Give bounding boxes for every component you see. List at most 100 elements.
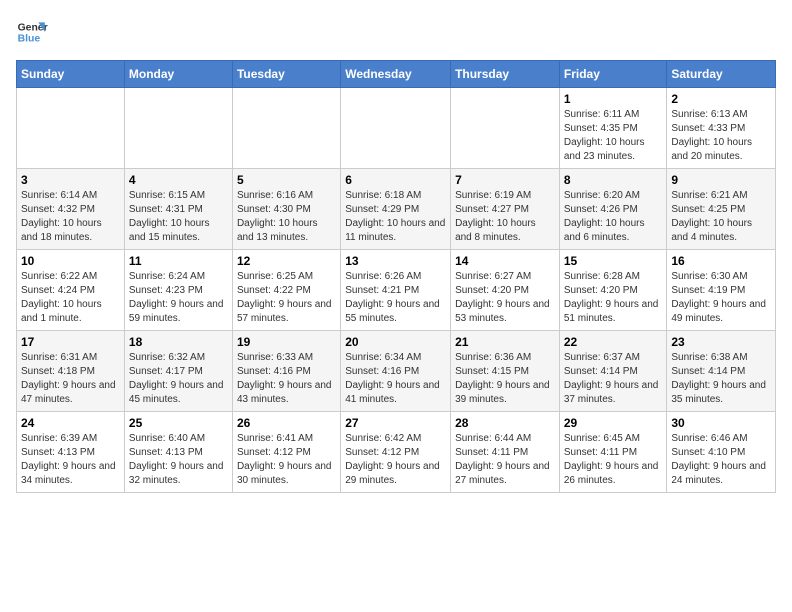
calendar-cell: 22 Sunrise: 6:37 AM Sunset: 4:14 PM Dayli… <box>559 331 667 412</box>
day-number: 17 <box>21 335 120 349</box>
col-header-wednesday: Wednesday <box>341 61 451 88</box>
calendar-cell: 28Sunrise: 6:44 AM Sunset: 4:11 PM Dayli… <box>451 412 560 493</box>
calendar-table: SundayMondayTuesdayWednesdayThursdayFrid… <box>16 60 776 493</box>
day-info: Sunrise: 6:16 AM Sunset: 4:30 PM Dayligh… <box>237 189 336 245</box>
day-info: Sunrise: 6:22 AM Sunset: 4:24 PM Dayligh… <box>21 270 120 326</box>
day-info: Sunrise: 6:34 AM Sunset: 4:16 PM Dayligh… <box>345 351 446 407</box>
day-info: Sunrise: 6:33 AM Sunset: 4:16 PM Dayligh… <box>237 351 336 407</box>
header: General Blue <box>16 16 776 48</box>
calendar-cell: 15 Sunrise: 6:28 AM Sunset: 4:20 PM Dayli… <box>559 250 667 331</box>
calendar-cell: 26 Sunrise: 6:41 AM Sunset: 4:12 PM Dayli… <box>232 412 340 493</box>
day-info: Sunrise: 6:28 AM Sunset: 4:20 PM Dayligh… <box>564 270 663 326</box>
day-number: 11 <box>129 254 228 268</box>
day-info: Sunrise: 6:46 AM Sunset: 4:10 PM Dayligh… <box>671 432 771 488</box>
day-number: 20 <box>345 335 446 349</box>
calendar-cell: 19 Sunrise: 6:33 AM Sunset: 4:16 PM Dayli… <box>232 331 340 412</box>
day-info: Sunrise: 6:27 AM Sunset: 4:20 PM Dayligh… <box>455 270 555 326</box>
day-number: 9 <box>671 173 771 187</box>
calendar-cell: 3 Sunrise: 6:14 AM Sunset: 4:32 PM Daylig… <box>17 169 125 250</box>
col-header-monday: Monday <box>124 61 232 88</box>
col-header-tuesday: Tuesday <box>232 61 340 88</box>
day-number: 19 <box>237 335 336 349</box>
day-info: Sunrise: 6:45 AM Sunset: 4:11 PM Dayligh… <box>564 432 663 488</box>
calendar-cell <box>17 88 125 169</box>
day-number: 3 <box>21 173 120 187</box>
logo-icon: General Blue <box>16 16 48 48</box>
day-info: Sunrise: 6:15 AM Sunset: 4:31 PM Dayligh… <box>129 189 228 245</box>
calendar-cell <box>124 88 232 169</box>
calendar-cell: 9 Sunrise: 6:21 AM Sunset: 4:25 PM Daylig… <box>667 169 776 250</box>
day-info: Sunrise: 6:21 AM Sunset: 4:25 PM Dayligh… <box>671 189 771 245</box>
day-info: Sunrise: 6:13 AM Sunset: 4:33 PM Dayligh… <box>671 108 771 164</box>
day-number: 6 <box>345 173 446 187</box>
calendar-cell: 13 Sunrise: 6:26 AM Sunset: 4:21 PM Dayli… <box>341 250 451 331</box>
day-info: Sunrise: 6:40 AM Sunset: 4:13 PM Dayligh… <box>129 432 228 488</box>
day-info: Sunrise: 6:41 AM Sunset: 4:12 PM Dayligh… <box>237 432 336 488</box>
calendar-week-1: 1 Sunrise: 6:11 AM Sunset: 4:35 PM Daylig… <box>17 88 776 169</box>
logo: General Blue <box>16 16 48 48</box>
day-number: 28 <box>455 416 555 430</box>
day-info: Sunrise: 6:31 AM Sunset: 4:18 PM Dayligh… <box>21 351 120 407</box>
day-info: Sunrise: 6:25 AM Sunset: 4:22 PM Dayligh… <box>237 270 336 326</box>
day-number: 13 <box>345 254 446 268</box>
day-info: Sunrise: 6:32 AM Sunset: 4:17 PM Dayligh… <box>129 351 228 407</box>
calendar-cell: 4 Sunrise: 6:15 AM Sunset: 4:31 PM Daylig… <box>124 169 232 250</box>
day-number: 12 <box>237 254 336 268</box>
calendar-cell: 27 Sunrise: 6:42 AM Sunset: 4:12 PM Dayli… <box>341 412 451 493</box>
day-number: 23 <box>671 335 771 349</box>
calendar-cell <box>232 88 340 169</box>
day-number: 25 <box>129 416 228 430</box>
day-info: Sunrise: 6:26 AM Sunset: 4:21 PM Dayligh… <box>345 270 446 326</box>
day-number: 4 <box>129 173 228 187</box>
calendar-cell: 29 Sunrise: 6:45 AM Sunset: 4:11 PM Dayli… <box>559 412 667 493</box>
day-number: 29 <box>564 416 663 430</box>
day-number: 22 <box>564 335 663 349</box>
col-header-thursday: Thursday <box>451 61 560 88</box>
calendar-week-5: 24Sunrise: 6:39 AM Sunset: 4:13 PM Dayli… <box>17 412 776 493</box>
calendar-cell: 18Sunrise: 6:32 AM Sunset: 4:17 PM Dayli… <box>124 331 232 412</box>
day-number: 5 <box>237 173 336 187</box>
calendar-cell: 2 Sunrise: 6:13 AM Sunset: 4:33 PM Daylig… <box>667 88 776 169</box>
svg-text:Blue: Blue <box>18 34 41 45</box>
calendar-cell: 20 Sunrise: 6:34 AM Sunset: 4:16 PM Dayli… <box>341 331 451 412</box>
calendar-cell: 21Sunrise: 6:36 AM Sunset: 4:15 PM Dayli… <box>451 331 560 412</box>
day-info: Sunrise: 6:14 AM Sunset: 4:32 PM Dayligh… <box>21 189 120 245</box>
day-info: Sunrise: 6:18 AM Sunset: 4:29 PM Dayligh… <box>345 189 446 245</box>
day-number: 26 <box>237 416 336 430</box>
calendar-cell: 17 Sunrise: 6:31 AM Sunset: 4:18 PM Dayli… <box>17 331 125 412</box>
day-number: 1 <box>564 92 663 106</box>
col-header-friday: Friday <box>559 61 667 88</box>
day-number: 15 <box>564 254 663 268</box>
calendar-cell: 30 Sunrise: 6:46 AM Sunset: 4:10 PM Dayli… <box>667 412 776 493</box>
day-number: 21 <box>455 335 555 349</box>
calendar-cell: 16 Sunrise: 6:30 AM Sunset: 4:19 PM Dayli… <box>667 250 776 331</box>
calendar-cell: 1 Sunrise: 6:11 AM Sunset: 4:35 PM Daylig… <box>559 88 667 169</box>
calendar-cell: 8 Sunrise: 6:20 AM Sunset: 4:26 PM Daylig… <box>559 169 667 250</box>
calendar-cell: 5 Sunrise: 6:16 AM Sunset: 4:30 PM Daylig… <box>232 169 340 250</box>
day-info: Sunrise: 6:37 AM Sunset: 4:14 PM Dayligh… <box>564 351 663 407</box>
day-number: 8 <box>564 173 663 187</box>
calendar-cell: 10Sunrise: 6:22 AM Sunset: 4:24 PM Dayli… <box>17 250 125 331</box>
day-info: Sunrise: 6:19 AM Sunset: 4:27 PM Dayligh… <box>455 189 555 245</box>
day-info: Sunrise: 6:20 AM Sunset: 4:26 PM Dayligh… <box>564 189 663 245</box>
calendar-cell: 14Sunrise: 6:27 AM Sunset: 4:20 PM Dayli… <box>451 250 560 331</box>
calendar-cell: 24Sunrise: 6:39 AM Sunset: 4:13 PM Dayli… <box>17 412 125 493</box>
day-info: Sunrise: 6:42 AM Sunset: 4:12 PM Dayligh… <box>345 432 446 488</box>
day-number: 27 <box>345 416 446 430</box>
calendar-week-3: 10Sunrise: 6:22 AM Sunset: 4:24 PM Dayli… <box>17 250 776 331</box>
day-number: 30 <box>671 416 771 430</box>
day-number: 16 <box>671 254 771 268</box>
calendar-cell: 12 Sunrise: 6:25 AM Sunset: 4:22 PM Dayli… <box>232 250 340 331</box>
day-number: 2 <box>671 92 771 106</box>
col-header-saturday: Saturday <box>667 61 776 88</box>
day-info: Sunrise: 6:38 AM Sunset: 4:14 PM Dayligh… <box>671 351 771 407</box>
col-header-sunday: Sunday <box>17 61 125 88</box>
day-info: Sunrise: 6:24 AM Sunset: 4:23 PM Dayligh… <box>129 270 228 326</box>
day-info: Sunrise: 6:30 AM Sunset: 4:19 PM Dayligh… <box>671 270 771 326</box>
day-info: Sunrise: 6:11 AM Sunset: 4:35 PM Dayligh… <box>564 108 663 164</box>
calendar-cell: 25 Sunrise: 6:40 AM Sunset: 4:13 PM Dayli… <box>124 412 232 493</box>
calendar-week-2: 3 Sunrise: 6:14 AM Sunset: 4:32 PM Daylig… <box>17 169 776 250</box>
calendar-cell <box>451 88 560 169</box>
day-info: Sunrise: 6:39 AM Sunset: 4:13 PM Dayligh… <box>21 432 120 488</box>
calendar-cell <box>341 88 451 169</box>
